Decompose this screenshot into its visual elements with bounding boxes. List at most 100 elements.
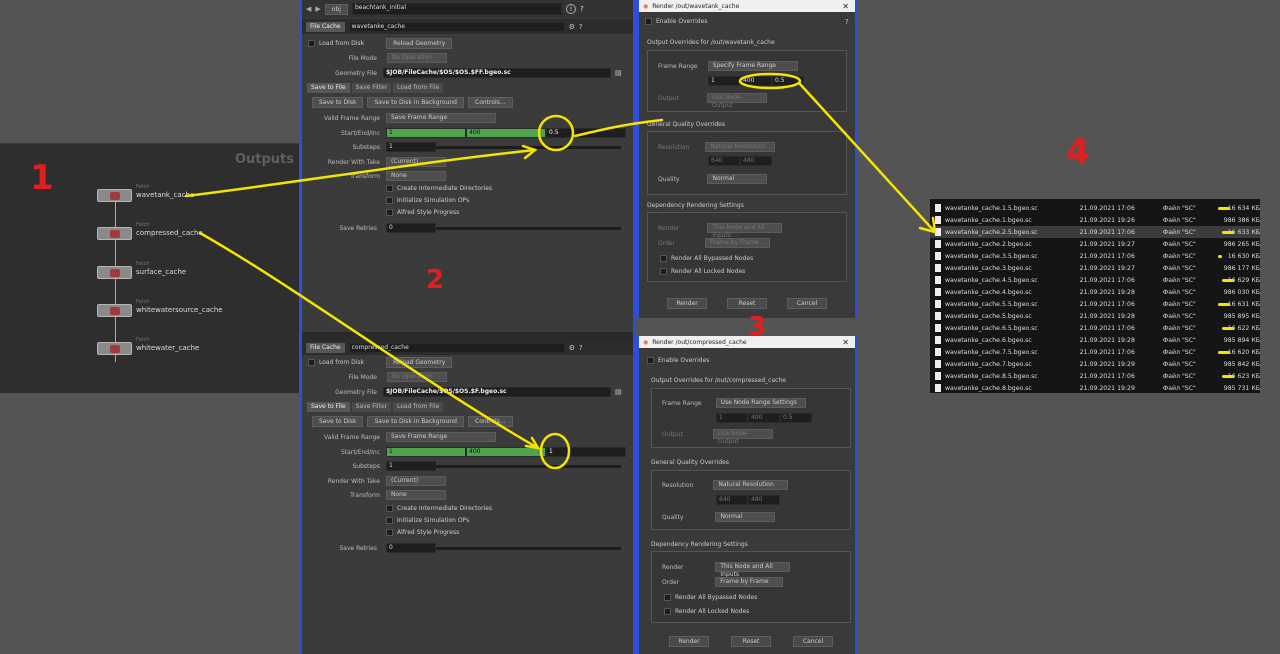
- increment-input[interactable]: 0.5: [546, 128, 626, 138]
- save-retries-input[interactable]: 0: [386, 543, 436, 553]
- reload-geometry-button[interactable]: Reload Geometry: [386, 357, 453, 368]
- order-dropdown[interactable]: Frame by Frame: [715, 577, 784, 587]
- tab-save-filter[interactable]: Save Filter: [351, 402, 392, 412]
- create-dirs-checkbox[interactable]: [386, 185, 393, 192]
- save-retries-input[interactable]: 0: [386, 223, 436, 233]
- render-button[interactable]: Render: [669, 636, 709, 647]
- close-icon[interactable]: ✕: [842, 2, 849, 11]
- file-row[interactable]: wavetanke_cache.1.5.bgeo.sc 21.09.2021 17…: [930, 202, 1260, 214]
- render-take-dropdown[interactable]: (Current): [386, 476, 446, 486]
- file-chooser-icon[interactable]: ▤: [615, 69, 622, 77]
- tab-save-filter[interactable]: Save Filter: [351, 83, 392, 93]
- frame-start-input[interactable]: 1: [716, 413, 748, 423]
- end-frame-input[interactable]: 400: [466, 128, 546, 138]
- tab-save-to-file[interactable]: Save to File: [307, 402, 350, 412]
- file-row[interactable]: wavetanke_cache.4.bgeo.sc 21.09.2021 19:2…: [930, 286, 1260, 298]
- tab-load-from-file[interactable]: Load from File: [393, 83, 444, 93]
- save-retries-slider[interactable]: [436, 226, 621, 230]
- frame-end-input[interactable]: 400: [748, 413, 780, 423]
- file-chooser-icon[interactable]: ▤: [615, 388, 622, 396]
- file-row[interactable]: wavetanke_cache.3.5.bgeo.sc 21.09.2021 17…: [930, 250, 1260, 262]
- render-mode-dropdown[interactable]: This Node and All Inputs: [715, 562, 791, 578]
- init-sim-checkbox[interactable]: [386, 517, 393, 524]
- increment-input[interactable]: 1: [546, 447, 626, 457]
- width-input[interactable]: 640: [716, 495, 748, 505]
- help-icon[interactable]: ?: [579, 23, 583, 31]
- reset-button[interactable]: Reset: [731, 636, 771, 647]
- alfred-checkbox[interactable]: [386, 209, 393, 216]
- controls-button[interactable]: Controls...: [468, 416, 513, 427]
- frame-range-dropdown[interactable]: Specify Frame Range: [707, 61, 798, 71]
- output-dropdown[interactable]: Use Node Output: [706, 93, 767, 109]
- valid-frame-range-dropdown[interactable]: Save Frame Range: [386, 113, 496, 123]
- save-to-disk-button[interactable]: Save to Disk: [312, 416, 364, 427]
- frame-start-input[interactable]: 1: [708, 76, 740, 86]
- frame-inc-input[interactable]: 0.5: [772, 76, 804, 86]
- info-icon[interactable]: i: [565, 4, 576, 14]
- bypassed-checkbox[interactable]: [664, 594, 671, 601]
- file-row[interactable]: wavetanke_cache.2.bgeo.sc 21.09.2021 19:2…: [930, 238, 1260, 250]
- resolution-dropdown[interactable]: Natural Resolution: [705, 142, 776, 152]
- transform-dropdown[interactable]: None: [386, 490, 446, 500]
- locked-checkbox[interactable]: [660, 268, 667, 275]
- file-row[interactable]: wavetanke_cache.7.5.bgeo.sc 21.09.2021 17…: [930, 346, 1260, 358]
- render-button[interactable]: Render: [667, 298, 707, 309]
- file-row[interactable]: wavetanke_cache.1.bgeo.sc 21.09.2021 19:2…: [930, 214, 1260, 226]
- substeps-slider[interactable]: [436, 464, 621, 468]
- file-row[interactable]: wavetanke_cache.8.5.bgeo.sc 21.09.2021 17…: [930, 370, 1260, 382]
- frame-range-dropdown[interactable]: Use Node Range Settings: [715, 398, 806, 408]
- load-from-disk-checkbox[interactable]: [308, 40, 315, 47]
- valid-frame-range-dropdown[interactable]: Save Frame Range: [386, 432, 496, 442]
- node-name-field[interactable]: wavetanke_cache: [348, 21, 565, 32]
- help-icon[interactable]: ?: [579, 344, 583, 352]
- reload-geometry-button[interactable]: Reload Geometry: [386, 38, 453, 49]
- height-input[interactable]: 480: [740, 156, 772, 166]
- frame-end-input[interactable]: 400: [740, 76, 772, 86]
- pane-divider[interactable]: [302, 332, 633, 340]
- resolution-dropdown[interactable]: Natural Resolution: [713, 480, 789, 490]
- node-name-field[interactable]: compressed_cache: [348, 342, 565, 353]
- node-surface-cache[interactable]: Fetch surface_cache: [97, 261, 257, 283]
- save-in-background-button[interactable]: Save to Disk in Background: [367, 97, 464, 108]
- load-from-disk-checkbox[interactable]: [308, 359, 315, 366]
- create-dirs-checkbox[interactable]: [386, 505, 393, 512]
- controls-button[interactable]: Controls...: [468, 97, 513, 108]
- back-arrow-icon[interactable]: ◀: [306, 5, 311, 13]
- save-retries-slider[interactable]: [436, 546, 621, 550]
- cancel-button[interactable]: Cancel: [793, 636, 833, 647]
- geometry-file-input[interactable]: $JOB/FileCache/$OS/$OS.$F.bgeo.sc: [383, 387, 611, 397]
- render-take-dropdown[interactable]: (Current): [386, 157, 446, 167]
- output-dropdown[interactable]: Use Node Output: [712, 429, 773, 445]
- end-frame-input[interactable]: 400: [466, 447, 546, 457]
- help-icon[interactable]: ?: [845, 18, 849, 26]
- path-node-field[interactable]: beachtank_initial: [351, 3, 562, 15]
- save-to-disk-button[interactable]: Save to Disk: [312, 97, 364, 108]
- node-whitewatersource-cache[interactable]: Fetch whitewatersource_cache: [97, 299, 257, 321]
- node-whitewater-cache[interactable]: Fetch whitewater_cache: [97, 337, 257, 359]
- file-row[interactable]: wavetanke_cache.6.5.bgeo.sc 21.09.2021 17…: [930, 322, 1260, 334]
- file-row[interactable]: wavetanke_cache.8.bgeo.sc 21.09.2021 19:2…: [930, 382, 1260, 394]
- file-mode-dropdown[interactable]: No Operation: [387, 53, 447, 63]
- close-icon[interactable]: ✕: [842, 338, 849, 347]
- enable-overrides-checkbox[interactable]: [645, 18, 652, 25]
- tab-load-from-file[interactable]: Load from File: [393, 402, 444, 412]
- frame-inc-input[interactable]: 0.5: [780, 413, 812, 423]
- cancel-button[interactable]: Cancel: [787, 298, 827, 309]
- file-row[interactable]: wavetanke_cache.3.bgeo.sc 21.09.2021 19:2…: [930, 262, 1260, 274]
- file-row[interactable]: wavetanke_cache.6.bgeo.sc 21.09.2021 19:2…: [930, 334, 1260, 346]
- bypassed-checkbox[interactable]: [660, 255, 667, 262]
- file-row[interactable]: wavetanke_cache.5.5.bgeo.sc 21.09.2021 17…: [930, 298, 1260, 310]
- gear-icon[interactable]: ⚙: [569, 23, 575, 31]
- quality-dropdown[interactable]: Normal: [715, 512, 776, 522]
- start-frame-input[interactable]: 1: [386, 128, 466, 138]
- substeps-input[interactable]: 1: [386, 142, 436, 152]
- render-mode-dropdown[interactable]: This Node and All Inputs: [707, 223, 783, 239]
- file-row[interactable]: wavetanke_cache.5.bgeo.sc 21.09.2021 19:2…: [930, 310, 1260, 322]
- alfred-checkbox[interactable]: [386, 529, 393, 536]
- order-dropdown[interactable]: Frame by Frame: [705, 238, 771, 248]
- file-row[interactable]: wavetanke_cache.2.5.bgeo.sc 21.09.2021 17…: [930, 226, 1260, 238]
- forward-arrow-icon[interactable]: ▶: [315, 5, 320, 13]
- height-input[interactable]: 480: [748, 495, 780, 505]
- file-row[interactable]: wavetanke_cache.7.bgeo.sc 21.09.2021 19:2…: [930, 358, 1260, 370]
- file-row[interactable]: wavetanke_cache.4.5.bgeo.sc 21.09.2021 17…: [930, 274, 1260, 286]
